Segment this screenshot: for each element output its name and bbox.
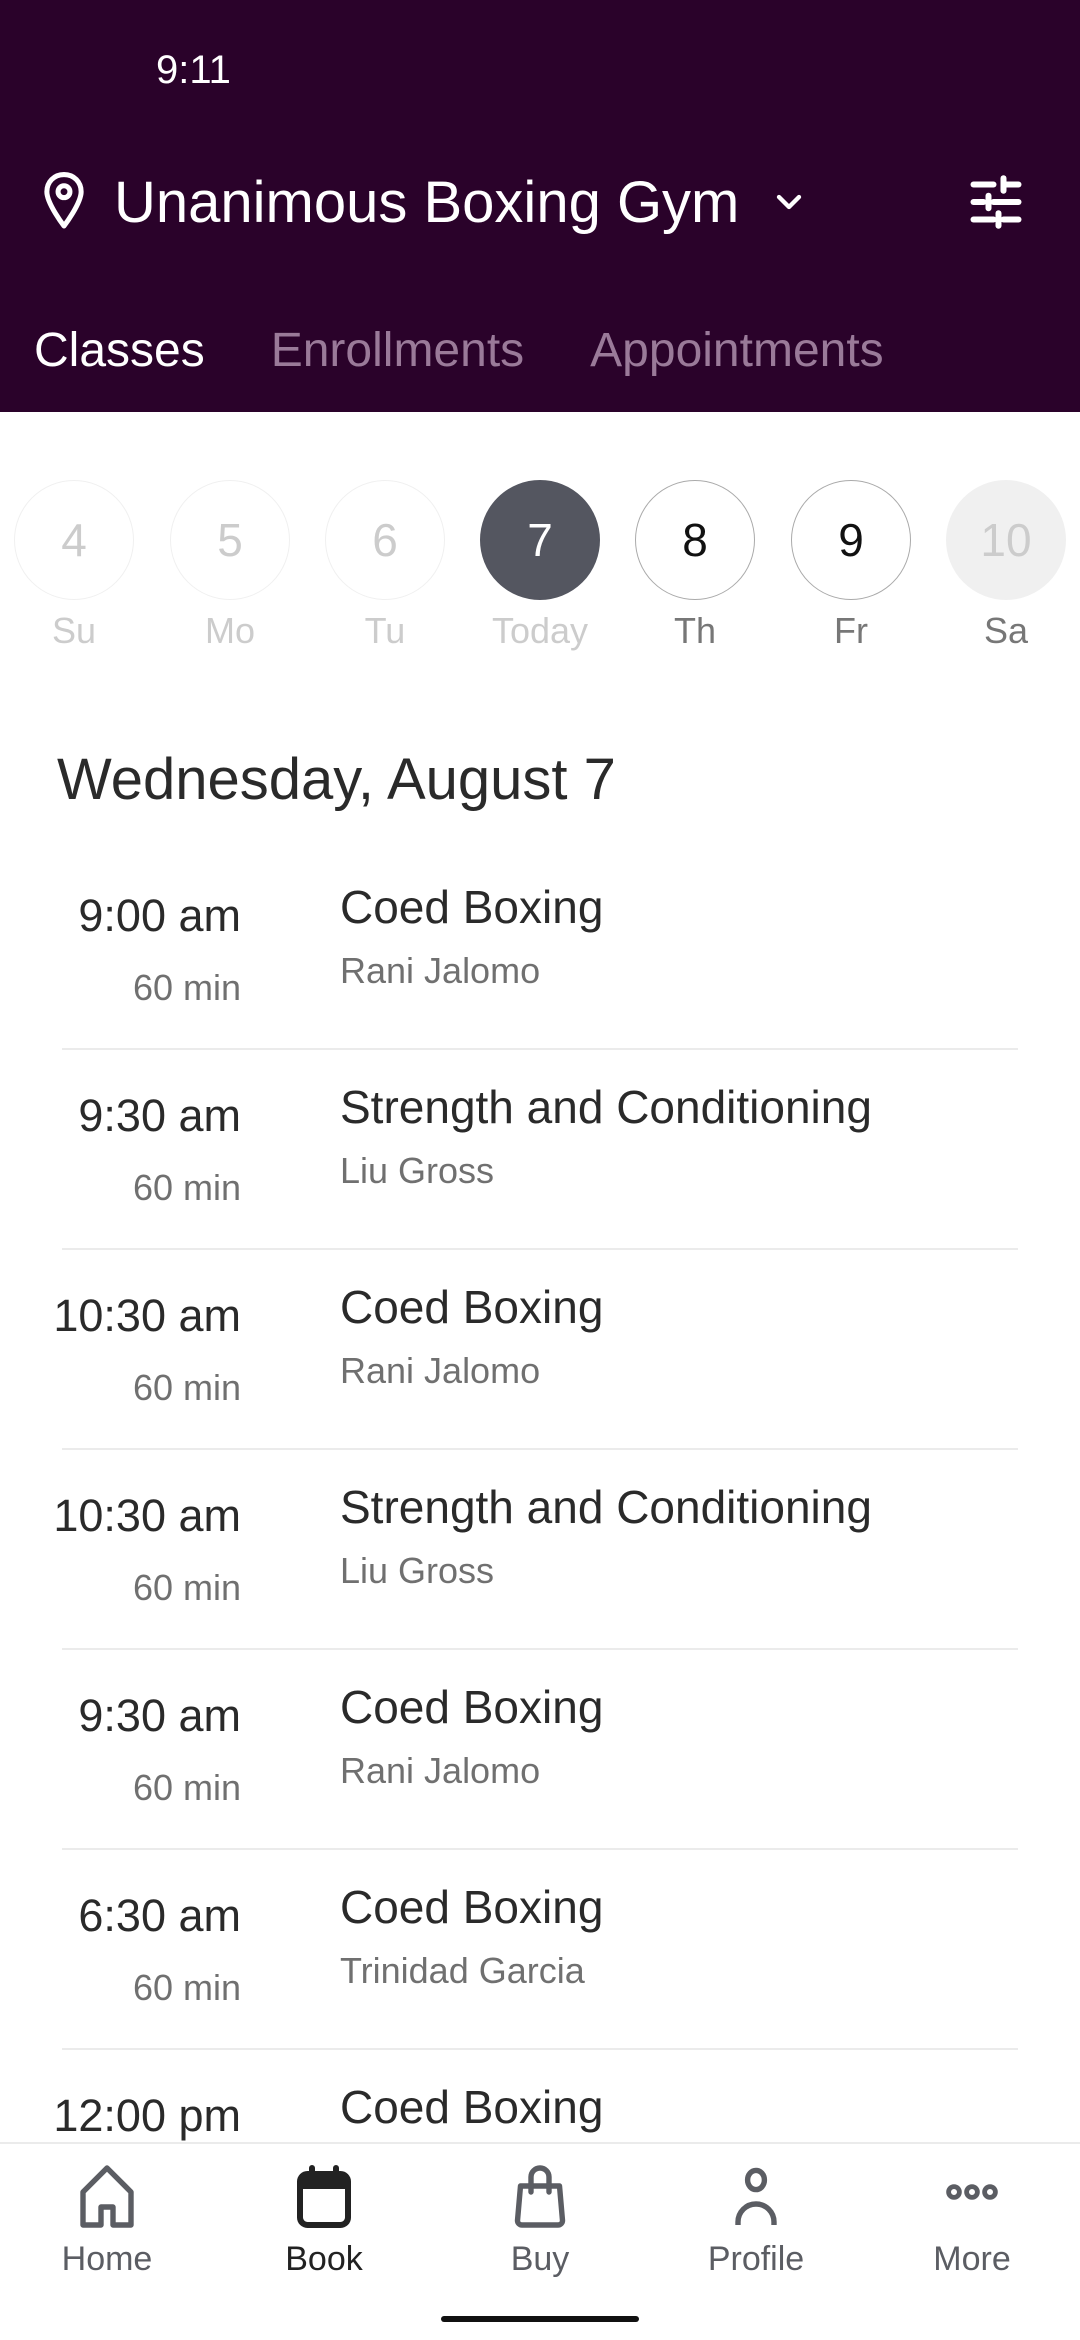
- day-number: 10: [946, 480, 1066, 600]
- day-monday[interactable]: 5 Mo: [170, 480, 290, 652]
- day-label: Today: [491, 610, 589, 651]
- class-row[interactable]: 9:30 am 60 min Strength and Conditioning…: [0, 1050, 1080, 1250]
- nav-book[interactable]: Book: [244, 2162, 404, 2279]
- nav-label: Buy: [510, 2240, 570, 2278]
- day-friday[interactable]: 9 Fr: [791, 480, 911, 652]
- day-tuesday[interactable]: 6 Tu: [325, 480, 445, 652]
- class-duration: 60 min: [132, 1367, 241, 1408]
- date-heading: Wednesday, August 7: [57, 747, 616, 812]
- class-time: 9:30 am: [78, 1090, 241, 1141]
- class-row[interactable]: 10:30 am 60 min Strength and Conditionin…: [0, 1450, 1080, 1650]
- class-row[interactable]: 9:30 am 60 min Coed Boxing Rani Jalomo: [0, 1650, 1080, 1850]
- class-list: 9:00 am 60 min Coed Boxing Rani Jalomo 9…: [0, 850, 1080, 2250]
- nav-more[interactable]: More: [892, 2162, 1052, 2279]
- class-row[interactable]: 9:00 am 60 min Coed Boxing Rani Jalomo: [0, 850, 1080, 1050]
- class-time: 9:00 am: [78, 890, 241, 941]
- calendar-icon: [297, 2165, 351, 2228]
- class-title: Coed Boxing: [340, 2081, 604, 2133]
- map-pin-icon: [36, 170, 92, 234]
- class-teacher: Rani Jalomo: [340, 1750, 541, 1791]
- nav-label: More: [933, 2240, 1011, 2278]
- day-number: 6: [325, 480, 445, 600]
- day-saturday[interactable]: 10 Sa: [946, 480, 1066, 652]
- class-teacher: Liu Gross: [340, 1150, 495, 1191]
- week-day-picker: 4 Su 5 Mo 6 Tu 7 Today 8 Th 9 Fr 10 Sa: [0, 480, 1080, 660]
- chevron-down-icon[interactable]: [769, 182, 809, 222]
- day-label: Fr: [834, 610, 868, 651]
- class-row[interactable]: 6:30 am 60 min Coed Boxing Trinidad Garc…: [0, 1850, 1080, 2050]
- class-title: Coed Boxing: [340, 881, 604, 933]
- day-label: Tu: [364, 610, 406, 651]
- class-title: Strength and Conditioning: [340, 1481, 872, 1533]
- class-teacher: Trinidad Garcia: [340, 1950, 585, 1991]
- class-title: Strength and Conditioning: [340, 1081, 872, 1133]
- class-time: 12:00 pm: [53, 2090, 241, 2141]
- day-sunday[interactable]: 4 Su: [14, 480, 134, 652]
- app-header: 9:11 Unanimous Boxing Gym Classes Enroll…: [0, 0, 1080, 412]
- shopping-bag-icon: [514, 2165, 566, 2228]
- class-title: Coed Boxing: [340, 1881, 604, 1933]
- day-number: 7: [480, 480, 600, 600]
- more-dots-icon: [946, 2184, 998, 2200]
- class-time: 10:30 am: [53, 1290, 241, 1341]
- class-title: Coed Boxing: [340, 1281, 604, 1333]
- class-duration: 60 min: [132, 1567, 241, 1608]
- nav-profile[interactable]: Profile: [676, 2162, 836, 2279]
- gym-name: Unanimous Boxing Gym: [114, 169, 740, 235]
- day-number: 8: [635, 480, 755, 600]
- day-label: Su: [51, 610, 97, 651]
- tab-enrollments[interactable]: Enrollments: [271, 323, 524, 378]
- home-indicator[interactable]: [441, 2316, 639, 2322]
- class-duration: 60 min: [132, 1767, 241, 1808]
- class-title: Coed Boxing: [340, 1681, 604, 1733]
- class-teacher: Rani Jalomo: [340, 1350, 541, 1391]
- class-time: 6:30 am: [78, 1890, 241, 1941]
- nav-label: Book: [285, 2240, 363, 2278]
- day-number: 5: [170, 480, 290, 600]
- location-selector[interactable]: Unanimous Boxing Gym: [36, 162, 809, 242]
- nav-label: Home: [61, 2240, 153, 2278]
- day-label: Sa: [983, 610, 1029, 651]
- class-row[interactable]: 10:30 am 60 min Coed Boxing Rani Jalomo: [0, 1250, 1080, 1450]
- class-teacher: Liu Gross: [340, 1550, 495, 1591]
- class-time: 9:30 am: [78, 1690, 241, 1741]
- class-time: 10:30 am: [53, 1490, 241, 1541]
- nav-buy[interactable]: Buy: [460, 2162, 620, 2279]
- day-number: 4: [14, 480, 134, 600]
- day-label: Mo: [204, 610, 255, 651]
- nav-label: Profile: [707, 2240, 805, 2278]
- class-teacher: Rani Jalomo: [340, 950, 541, 991]
- tab-appointments[interactable]: Appointments: [590, 323, 884, 378]
- bottom-navigation: Home Book Buy Profile More: [0, 2142, 1080, 2340]
- day-label: Th: [673, 610, 716, 651]
- class-duration: 60 min: [132, 1167, 241, 1208]
- day-thursday[interactable]: 8 Th: [635, 480, 755, 652]
- section-tabs: Classes Enrollments Appointments: [0, 310, 950, 390]
- day-number: 9: [791, 480, 911, 600]
- sliders-icon[interactable]: [966, 172, 1026, 232]
- class-duration: 60 min: [132, 967, 241, 1008]
- person-icon: [735, 2167, 777, 2225]
- nav-home[interactable]: Home: [27, 2162, 187, 2279]
- day-today[interactable]: 7 Today: [480, 480, 600, 652]
- home-icon: [80, 2165, 134, 2228]
- status-bar-time: 9:11: [156, 48, 231, 92]
- tab-classes[interactable]: Classes: [34, 323, 205, 378]
- class-duration: 60 min: [132, 1967, 241, 2008]
